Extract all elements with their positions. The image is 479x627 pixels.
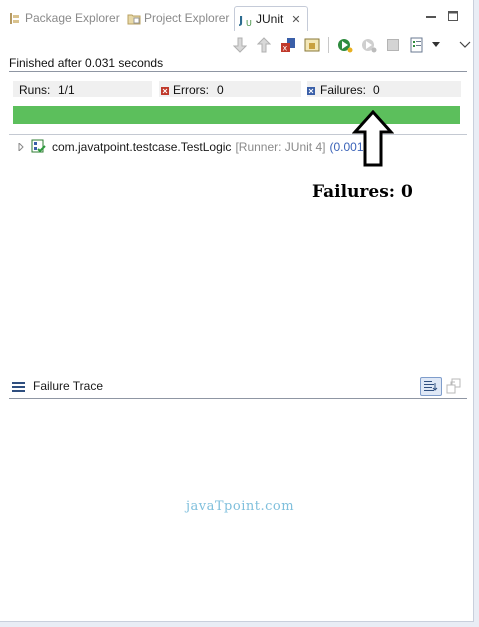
error-icon <box>161 84 169 95</box>
minimize-icon[interactable] <box>426 10 436 20</box>
toolbar-separator <box>328 37 329 53</box>
errors-counter: Errors: 0 <box>159 81 301 97</box>
package-explorer-icon <box>8 12 21 25</box>
failure-trace-header: Failure Trace <box>12 379 103 393</box>
runs-counter: Runs: 1/1 <box>13 81 152 97</box>
close-icon[interactable]: ✕ <box>291 13 300 26</box>
stack-trace-icon <box>12 381 25 392</box>
runs-value: 1/1 <box>58 83 75 97</box>
failures-label: Failures: <box>320 83 367 97</box>
svg-text:U: U <box>246 19 252 27</box>
junit-icon: JU <box>238 13 252 28</box>
test-run-history-icon[interactable] <box>407 35 427 55</box>
test-class-name: com.javatpoint.testcase.TestLogic <box>52 139 232 154</box>
svg-text:x: x <box>283 44 288 53</box>
filter-stack-trace-icon[interactable] <box>420 377 442 396</box>
test-tree-item[interactable]: com.javatpoint.testcase.TestLogic [Runne… <box>17 139 373 154</box>
divider <box>9 134 467 135</box>
annotation-arrow-icon <box>351 109 395 168</box>
rerun-failed-first-icon[interactable] <box>359 35 379 55</box>
failure-trace-title: Failure Trace <box>33 379 104 393</box>
tab-project-explorer[interactable]: Project Explorer <box>127 7 229 29</box>
history-dropdown-icon[interactable] <box>431 35 441 55</box>
view-tab-bar: Package Explorer Project Explorer JU JUn… <box>0 0 473 31</box>
failures-counter: Failures: 0 <box>307 81 461 97</box>
divider <box>9 71 467 72</box>
watermark-text: javaTpoint.com <box>186 499 295 514</box>
show-failures-only-icon[interactable]: x <box>278 35 298 55</box>
errors-label: Errors: <box>173 83 209 97</box>
tab-label: JUnit <box>256 12 284 26</box>
compare-result-icon[interactable] <box>446 378 462 395</box>
stop-run-icon[interactable] <box>383 35 403 55</box>
tab-label: Package Explorer <box>25 11 120 25</box>
junit-toolbar: x <box>230 34 479 56</box>
failures-value: 0 <box>373 83 380 97</box>
project-explorer-icon <box>127 12 141 25</box>
errors-value: 0 <box>217 83 224 97</box>
svg-text:J: J <box>239 14 243 27</box>
divider <box>9 398 467 399</box>
expand-icon[interactable] <box>17 141 25 152</box>
junit-view-panel: Package Explorer Project Explorer JU JUn… <box>0 0 474 622</box>
maximize-icon[interactable] <box>448 10 458 21</box>
next-failure-icon[interactable] <box>230 35 250 55</box>
rerun-test-icon[interactable] <box>335 35 355 55</box>
test-suite-success-icon <box>31 139 46 154</box>
runs-label: Runs: <box>19 83 51 97</box>
run-status-text: Finished after 0.031 seconds <box>9 56 164 70</box>
scroll-lock-icon[interactable] <box>302 35 322 55</box>
view-menu-icon[interactable] <box>455 35 475 55</box>
failures-annotation: Failures: 0 <box>312 182 413 202</box>
tab-package-explorer[interactable]: Package Explorer <box>8 7 120 29</box>
counters-row: Runs: 1/1 Errors: 0 Failures: 0 <box>13 81 461 97</box>
runner-label: [Runner: JUnit 4] <box>235 139 326 154</box>
failure-icon <box>307 84 315 95</box>
tab-junit[interactable]: JU JUnit ✕ <box>234 6 308 31</box>
previous-failure-icon[interactable] <box>254 35 274 55</box>
tab-label: Project Explorer <box>144 11 230 25</box>
